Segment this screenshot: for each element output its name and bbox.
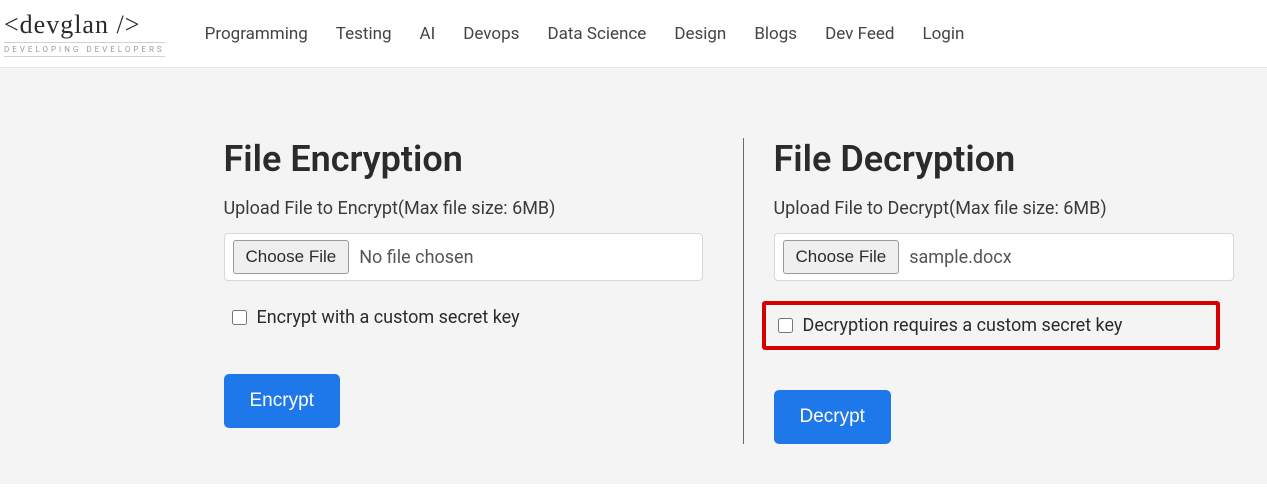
nav-programming[interactable]: Programming (205, 24, 308, 44)
nav-data-science[interactable]: Data Science (547, 24, 646, 44)
encrypt-button[interactable]: Encrypt (224, 374, 340, 428)
nav-testing[interactable]: Testing (336, 24, 392, 44)
top-header: <devglan /> DEVELOPING DEVELOPERS Progra… (0, 0, 1267, 68)
content-area: File Encryption Upload File to Encrypt(M… (0, 68, 1267, 484)
nav-blogs[interactable]: Blogs (754, 24, 797, 44)
encryption-file-status: No file chosen (359, 247, 473, 268)
decrypt-button[interactable]: Decrypt (774, 390, 891, 444)
decryption-custom-key-checkbox[interactable] (778, 318, 793, 333)
encryption-choose-file-button[interactable]: Choose File (233, 240, 350, 274)
decryption-file-field: Choose File sample.docx (774, 233, 1234, 281)
nav-login[interactable]: Login (922, 24, 964, 44)
nav-devops[interactable]: Devops (463, 24, 519, 44)
panels-row: File Encryption Upload File to Encrypt(M… (0, 138, 1267, 444)
decryption-choose-file-button[interactable]: Choose File (783, 240, 900, 274)
encryption-upload-label: Upload File to Encrypt(Max file size: 6M… (224, 198, 703, 219)
decryption-panel: File Decryption Upload File to Decrypt(M… (744, 138, 1264, 444)
encryption-panel: File Encryption Upload File to Encrypt(M… (224, 138, 744, 444)
main-nav: Programming Testing AI Devops Data Scien… (205, 24, 965, 44)
decryption-title: File Decryption (774, 138, 1234, 180)
decryption-upload-label: Upload File to Decrypt(Max file size: 6M… (774, 198, 1234, 219)
decryption-custom-key-label: Decryption requires a custom secret key (803, 315, 1123, 336)
decryption-custom-key-row[interactable]: Decryption requires a custom secret key (762, 301, 1220, 350)
encryption-title: File Encryption (224, 138, 703, 180)
encryption-custom-key-row[interactable]: Encrypt with a custom secret key (224, 301, 703, 334)
encryption-file-field: Choose File No file chosen (224, 233, 703, 281)
logo-text: <devglan /> (4, 10, 165, 40)
nav-dev-feed[interactable]: Dev Feed (825, 24, 894, 44)
nav-design[interactable]: Design (674, 24, 726, 44)
nav-ai[interactable]: AI (420, 24, 436, 44)
encryption-custom-key-label: Encrypt with a custom secret key (257, 307, 520, 328)
logo-tagline: DEVELOPING DEVELOPERS (4, 42, 165, 57)
decryption-file-status: sample.docx (909, 247, 1011, 268)
site-logo[interactable]: <devglan /> DEVELOPING DEVELOPERS (4, 10, 165, 57)
encryption-custom-key-checkbox[interactable] (232, 310, 247, 325)
